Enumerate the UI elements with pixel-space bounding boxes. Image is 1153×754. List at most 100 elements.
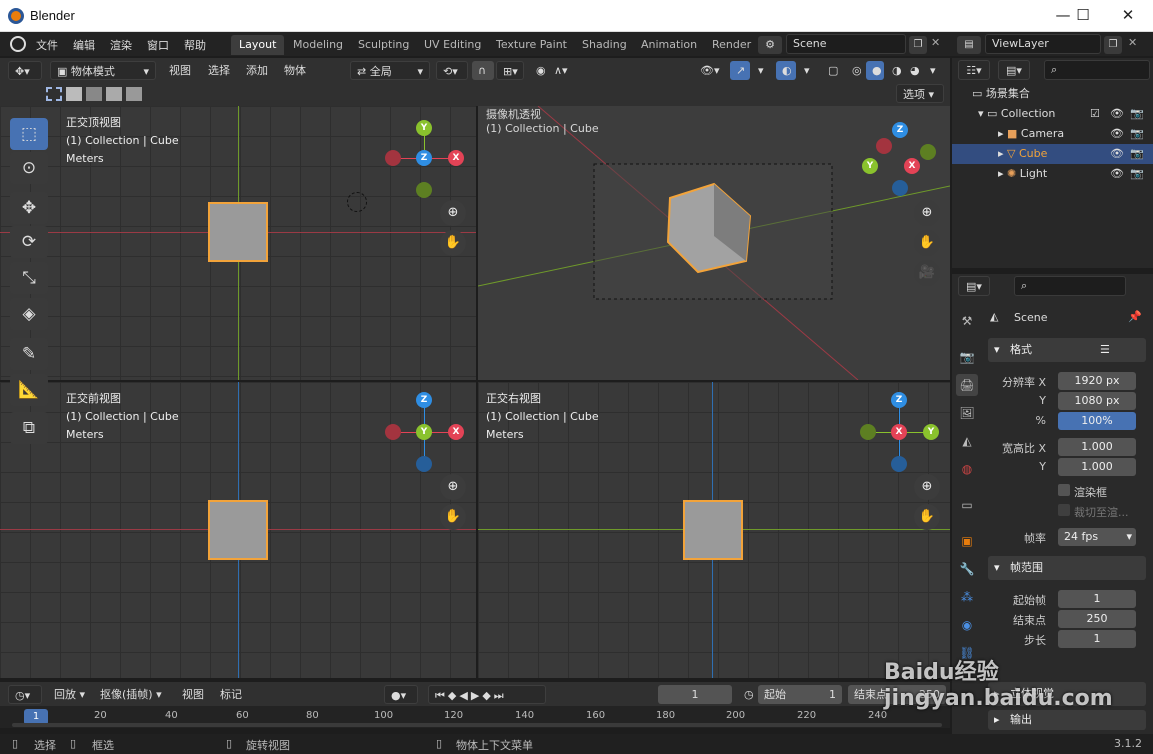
outliner-search-input[interactable]: ⌕ <box>1044 60 1150 80</box>
cube-object[interactable] <box>208 500 268 560</box>
tab-layout[interactable]: Layout <box>231 35 285 55</box>
menu-window[interactable]: 窗口 <box>147 37 169 53</box>
rotate-tool-icon[interactable]: ⟳ <box>10 226 48 258</box>
expand-icon[interactable]: ▸ <box>998 127 1007 140</box>
scale-tool-icon[interactable]: ⤡ <box>10 262 48 294</box>
menu-file[interactable]: 文件 <box>36 37 58 53</box>
viewport-menu-object[interactable]: 物体 <box>278 61 312 80</box>
frame-range-panel-header[interactable]: ▾ 帧范围 <box>988 556 1146 580</box>
new-view-layer-icon[interactable]: ❐ <box>1104 36 1122 54</box>
overlay-dropdown-icon[interactable]: ▾ <box>798 61 816 80</box>
viewport-right-ortho[interactable]: 正交右视图 (1) Collection | Cube Meters Z X Y… <box>478 382 950 678</box>
viewport-front-ortho[interactable]: 正交前视图 (1) Collection | Cube Meters Z Y X… <box>0 382 476 678</box>
expand-icon[interactable]: ▸ <box>998 147 1007 160</box>
pan-hand-icon[interactable]: ✋ <box>914 230 940 256</box>
light-object-icon[interactable] <box>347 192 367 212</box>
add-cube-tool-icon[interactable]: ⧉ <box>10 412 48 444</box>
play-icon[interactable]: ▶ <box>471 689 482 702</box>
select-subtract-icon[interactable] <box>86 87 102 101</box>
frame-end-field[interactable]: 250 <box>1058 610 1136 628</box>
prev-keyframe-icon[interactable]: ◆ <box>448 689 459 702</box>
zoom-icon[interactable]: ⊕ <box>914 474 940 500</box>
visibility-icon[interactable]: 👁▾ <box>694 61 726 80</box>
transform-tool-icon[interactable]: ◈ <box>10 298 48 330</box>
cube-object[interactable] <box>683 500 743 560</box>
render-camera-icon[interactable]: 📷 <box>1130 124 1144 144</box>
measure-tool-icon[interactable]: 📐 <box>10 374 48 406</box>
checkbox-icon[interactable]: ☑ <box>1090 104 1100 124</box>
snap-target-icon[interactable]: ⊞▾ <box>496 61 524 80</box>
output-properties-tab-icon[interactable]: 🖨 <box>956 374 978 396</box>
record-icon[interactable]: ●▾ <box>384 685 418 704</box>
presets-icon[interactable]: ☰ <box>1100 338 1110 362</box>
format-panel-header[interactable]: ▾ 格式 ☰ <box>988 338 1146 362</box>
delete-view-layer-icon[interactable]: ✕ <box>1128 36 1137 49</box>
resolution-x-field[interactable]: 1920 px <box>1058 372 1136 390</box>
gizmo-neg-y-icon[interactable] <box>920 144 936 160</box>
render-camera-icon[interactable]: 📷 <box>1130 144 1144 164</box>
output-panel-header[interactable]: ▸ 输出 <box>988 710 1146 730</box>
expand-icon[interactable]: ▸ <box>998 167 1007 180</box>
gizmo-neg-y-icon[interactable] <box>416 182 432 198</box>
outliner-row[interactable]: ▭ 场景集合 <box>952 84 1153 104</box>
modifier-tab-icon[interactable]: 🔧 <box>956 558 978 580</box>
eye-icon[interactable]: 👁 <box>1110 124 1124 144</box>
falloff-icon[interactable]: ∧▾ <box>548 61 574 80</box>
zoom-icon[interactable]: ⊕ <box>440 474 466 500</box>
eye-icon[interactable]: 👁 <box>1110 104 1124 124</box>
viewport-menu-add[interactable]: 添加 <box>240 61 274 80</box>
frame-start-field[interactable]: 1 <box>1058 590 1136 608</box>
cube-object[interactable] <box>208 202 268 262</box>
select-invert-icon[interactable] <box>106 87 122 101</box>
tab-shading[interactable]: Shading <box>574 35 635 55</box>
shading-solid-icon[interactable]: ● <box>866 61 884 80</box>
properties-editor-type-icon[interactable]: ▤▾ <box>958 276 990 296</box>
outliner-row[interactable]: ▾ ▭ Collection ☑ 👁 📷 <box>952 104 1153 124</box>
close-button[interactable]: ✕ <box>1108 4 1148 28</box>
gizmo-neg-z-icon[interactable] <box>416 456 432 472</box>
scene-selector-icon[interactable]: ⚙ <box>758 36 782 54</box>
gizmo-y-icon[interactable]: Y <box>416 424 432 440</box>
gizmo-neg-x-icon[interactable] <box>876 138 892 154</box>
mode-dropdown[interactable]: ▣ 物体模式 ▾ <box>50 61 156 80</box>
gizmo-z-icon[interactable]: Z <box>891 392 907 408</box>
gizmo-y-icon[interactable]: Y <box>923 424 939 440</box>
play-reverse-icon[interactable]: ◀ <box>459 689 470 702</box>
new-scene-icon[interactable]: ❐ <box>909 36 927 54</box>
gizmo-x-icon[interactable]: X <box>891 424 907 440</box>
gizmo-x-icon[interactable]: X <box>448 424 464 440</box>
view-layer-icon[interactable]: ▤ <box>957 36 981 54</box>
tab-texture-paint[interactable]: Texture Paint <box>488 35 575 55</box>
gizmo-z-icon[interactable]: Z <box>416 392 432 408</box>
tab-render[interactable]: Render <box>704 35 759 55</box>
cursor-tool-icon[interactable]: ⊙ <box>10 152 48 184</box>
xray-toggle-icon[interactable]: ▢ <box>822 61 844 80</box>
timeline-view-menu[interactable]: 视图 <box>176 685 210 704</box>
editor-type-icon[interactable]: ✥▾ <box>8 61 42 80</box>
render-border-checkbox[interactable] <box>1058 484 1070 496</box>
tool-properties-tab-icon[interactable]: ⚒ <box>956 310 978 332</box>
tab-sculpting[interactable]: Sculpting <box>350 35 417 55</box>
transform-orientation-dropdown[interactable]: ⇄ 全局 ▾ <box>350 61 430 80</box>
playback-menu[interactable]: 回放 ▾ <box>48 685 91 704</box>
expand-icon[interactable]: ▾ <box>978 107 987 120</box>
select-box-tool-icon[interactable]: ⬚ <box>10 118 48 150</box>
tab-animation[interactable]: Animation <box>633 35 705 55</box>
render-properties-tab-icon[interactable]: 📷 <box>956 346 978 368</box>
menu-render[interactable]: 渲染 <box>110 37 132 53</box>
annotate-tool-icon[interactable]: ✎ <box>10 338 48 370</box>
gizmo-dropdown-icon[interactable]: ▾ <box>752 61 770 80</box>
timeline-ruler[interactable]: 1 20 40 60 80 100 120 140 160 180 200 22… <box>0 706 950 728</box>
gizmo-x-icon[interactable]: X <box>904 158 920 174</box>
camera-view-icon[interactable]: 🎥 <box>914 260 940 286</box>
tab-uv-editing[interactable]: UV Editing <box>416 35 489 55</box>
viewport-menu-view[interactable]: 视图 <box>163 61 197 80</box>
options-dropdown[interactable]: 选项 ▾ <box>896 84 944 103</box>
pin-icon[interactable]: 📌 <box>1128 310 1142 323</box>
gizmo-neg-z-icon[interactable] <box>891 456 907 472</box>
gizmo-toggle-icon[interactable]: ↗ <box>730 61 750 80</box>
viewport-top-ortho[interactable]: 正交顶视图 (1) Collection | Cube Meters Y Z X… <box>0 106 476 380</box>
shading-dropdown-icon[interactable]: ▾ <box>924 61 942 80</box>
properties-search-input[interactable]: ⌕ <box>1014 276 1126 296</box>
zoom-icon[interactable]: ⊕ <box>440 200 466 226</box>
